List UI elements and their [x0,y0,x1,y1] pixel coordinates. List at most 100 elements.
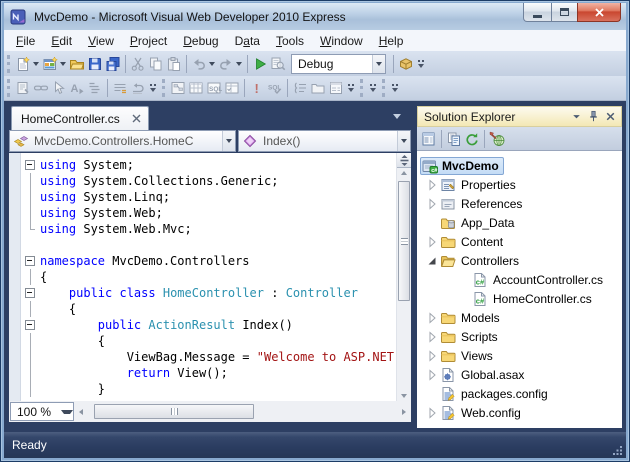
save-all-button[interactable] [104,53,122,75]
tree-item-app-data[interactable]: App_Data [417,213,622,232]
tree-item-models[interactable]: Models [417,308,622,327]
tree-item-global-asax[interactable]: Global.asax [417,365,622,384]
dropdown-arrow-icon[interactable] [31,53,40,75]
dropdown-arrow-icon[interactable] [58,53,67,75]
toolbar-overflow-button[interactable] [147,77,159,99]
dropdown-arrow-icon[interactable] [234,53,243,75]
paste-button[interactable] [165,53,183,75]
tree-item-scripts[interactable]: Scripts [417,327,622,346]
toolbar-grip[interactable] [7,79,10,97]
zoom-dropdown-arrow-icon[interactable] [61,403,73,420]
font-size-button[interactable]: A [68,77,86,99]
properties-window-button[interactable] [327,77,345,99]
new-item-button[interactable] [14,53,41,75]
toolbar-overflow-button[interactable] [389,77,401,99]
menu-project[interactable]: Project [122,32,175,50]
se-properties-button[interactable] [420,129,438,149]
toolbar-overflow-button[interactable] [345,77,357,99]
type-navigator-dropdown[interactable]: MvcDemo.Controllers.HomeC [9,130,236,152]
menu-tools[interactable]: Tools [268,32,312,50]
format-lines-button[interactable] [111,77,129,99]
tree-item-web-config[interactable]: Web.config [417,403,622,422]
new-web-site-button[interactable] [41,53,68,75]
select-element-button[interactable] [50,77,68,99]
verify-sql-button[interactable]: SQL [266,77,284,99]
show-grid-pane-button[interactable] [187,77,205,99]
toolbar-grip[interactable] [360,79,363,97]
close-button[interactable] [577,3,621,22]
attach-stylesheet-button[interactable] [32,77,50,99]
maximize-button[interactable] [551,3,578,22]
expand-arrow-icon[interactable] [426,198,438,210]
scroll-left-arrow[interactable] [79,403,83,420]
dropdown-arrow-icon[interactable] [222,131,235,151]
toolbar-grip[interactable] [162,79,165,97]
show-sql-pane-button[interactable]: SQL [205,77,223,99]
editor-tab-homecontroller[interactable]: HomeController.cs [11,106,149,130]
toolbar-overflow-button[interactable] [415,53,427,75]
menu-edit[interactable]: Edit [43,32,80,50]
expand-arrow-icon[interactable] [426,179,438,191]
menu-file[interactable]: File [8,32,43,50]
tree-item-packages-config[interactable]: packages.config [417,384,622,403]
tree-item-references[interactable]: References [417,194,622,213]
member-navigator-dropdown[interactable]: Index() [238,130,411,152]
tab-close-icon[interactable] [132,114,141,123]
toolbar-overflow-button[interactable] [367,77,379,99]
editor-vertical-scrollbar[interactable] [396,153,411,401]
tree-item-homecontroller-cs[interactable]: c#HomeController.cs [417,289,622,308]
new-style-button[interactable] [14,77,32,99]
expand-arrow-icon[interactable] [426,312,438,324]
tab-list-chevron-icon[interactable] [393,114,401,119]
debug-target-combo[interactable]: Debug [291,54,386,74]
se-aspnet-config-button[interactable] [488,129,506,149]
tree-item-controllers[interactable]: Controllers [417,251,622,270]
copy-button[interactable] [147,53,165,75]
minimize-button[interactable] [523,3,552,22]
tree-item-content[interactable]: Content [417,232,622,251]
scroll-right-arrow[interactable] [402,403,406,420]
horizontal-scroll-thumb[interactable] [94,404,254,419]
outlining-collapse-box[interactable] [22,253,40,269]
title-bar[interactable]: MvcDemo - Microsoft Visual Web Developer… [4,3,626,30]
toolbar-grip[interactable] [382,79,385,97]
tree-item-accountcontroller-cs[interactable]: c#AccountController.cs [417,270,622,289]
toolbar-grip[interactable] [7,55,10,73]
outlining-collapse-box[interactable] [22,317,40,333]
auto-hide-pin-icon[interactable] [585,108,602,125]
menu-window[interactable]: Window [312,32,371,50]
se-copy-web-site-button[interactable] [445,129,463,149]
se-refresh-button[interactable] [463,129,481,149]
scroll-down-arrow[interactable] [397,394,411,398]
menu-view[interactable]: View [80,32,122,50]
expand-arrow-icon[interactable] [426,331,438,343]
extension-manager-button[interactable] [397,53,415,75]
document-outline-button[interactable] [86,77,104,99]
save-button[interactable] [86,53,104,75]
expand-arrow-icon[interactable] [426,236,438,248]
close-panel-icon[interactable] [602,108,619,125]
redo-button[interactable] [217,53,244,75]
add-group-by-button[interactable] [291,77,309,99]
resize-grip[interactable] [612,445,623,456]
dropdown-arrow-icon[interactable] [207,53,216,75]
vertical-scroll-thumb[interactable] [398,181,410,301]
open-file-button[interactable] [68,53,86,75]
dropdown-arrow-icon[interactable] [397,131,410,151]
start-debugging-button[interactable] [251,53,269,75]
undo-format-button[interactable] [129,77,147,99]
outlining-collapse-box[interactable] [22,285,40,301]
scroll-up-arrow[interactable] [397,171,411,175]
undo-button[interactable] [190,53,217,75]
tree-item-mvcdemo[interactable]: c#MvcDemo [417,156,622,175]
menu-data[interactable]: Data [227,32,268,50]
menu-debug[interactable]: Debug [175,32,226,50]
outlining-collapse-box[interactable] [22,157,40,173]
find-in-files-button[interactable] [269,53,287,75]
zoom-level-dropdown[interactable]: 100 % [10,402,74,421]
tree-item-properties[interactable]: Properties [417,175,622,194]
window-position-chevron-icon[interactable] [568,108,585,125]
add-table-button[interactable] [309,77,327,99]
code-editor[interactable]: using System;using System.Collections.Ge… [9,153,411,401]
tree-item-views[interactable]: Views [417,346,622,365]
